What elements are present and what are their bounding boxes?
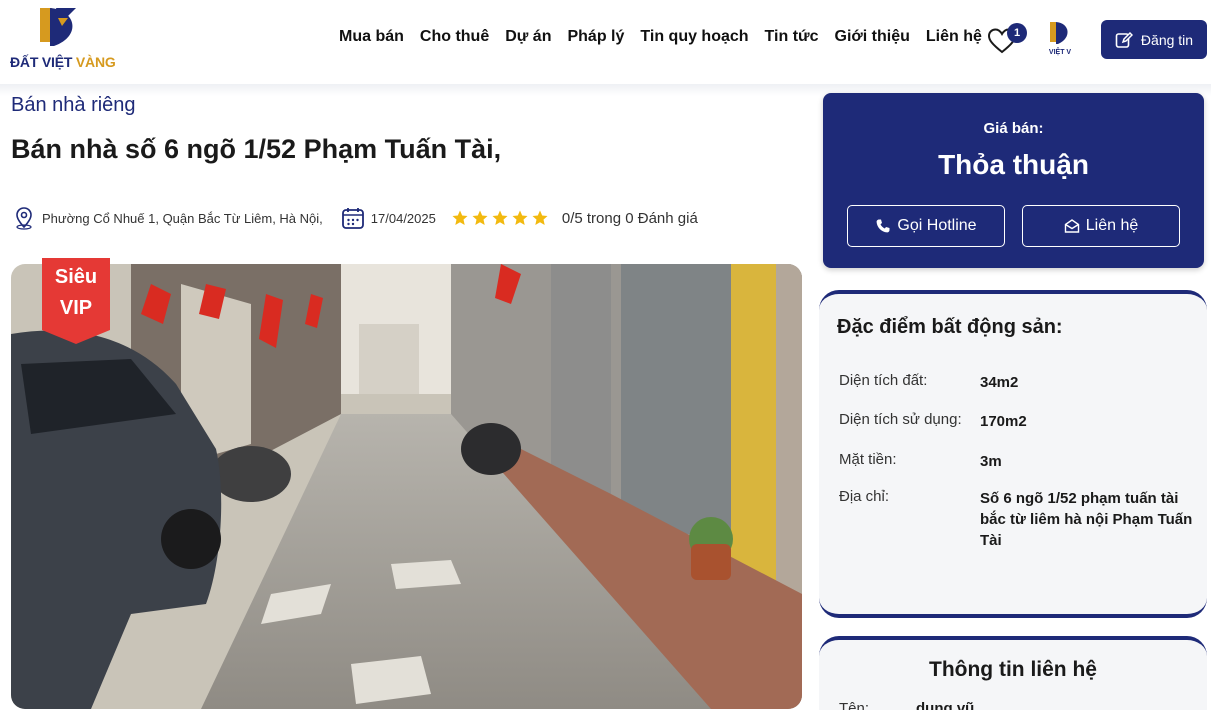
feature-value: 170m2 bbox=[980, 413, 1027, 430]
nav-item-tin-tuc[interactable]: Tin tức bbox=[765, 28, 819, 46]
listing-location: Phường Cổ Nhuế 1, Quận Bắc Từ Liêm, Hà N… bbox=[42, 210, 323, 226]
call-hotline-label: Gọi Hotline bbox=[897, 217, 977, 234]
contact-button[interactable]: Liên hệ bbox=[1022, 205, 1180, 247]
nav-item-du-an[interactable]: Dự án bbox=[505, 28, 551, 46]
star-icon[interactable] bbox=[512, 210, 528, 226]
listing-title: Bán nhà số 6 ngõ 1/52 Phạm Tuấn Tài, bbox=[11, 134, 502, 164]
nav-item-cho-thue[interactable]: Cho thuê bbox=[420, 28, 489, 46]
nav-item-lien-he[interactable]: Liên hệ bbox=[926, 28, 982, 46]
mail-open-icon bbox=[1064, 219, 1079, 233]
star-icon[interactable] bbox=[532, 210, 548, 226]
star-icon[interactable] bbox=[492, 210, 508, 226]
edit-icon bbox=[1115, 31, 1133, 48]
phone-icon bbox=[877, 219, 890, 233]
site-header: ĐẤT VIỆT VÀNG Mua bán Cho thuê Dự án Phá… bbox=[0, 0, 1211, 84]
features-title: Đặc điểm bất động sản: bbox=[837, 316, 1063, 338]
feature-key: Diện tích đất: bbox=[839, 372, 928, 389]
price-card: Giá bán: Thỏa thuận Gọi Hotline Liên hệ bbox=[823, 93, 1204, 268]
listing-main-photo[interactable] bbox=[11, 264, 802, 709]
contact-info-title: Thông tin liên hệ bbox=[929, 658, 1097, 681]
star-icon[interactable] bbox=[452, 210, 468, 226]
price-value: Thỏa thuận bbox=[938, 149, 1089, 180]
contact-name-value: dung vũ bbox=[916, 700, 975, 710]
super-vip-label: Siêu VIP bbox=[54, 266, 98, 319]
svg-text:VIỆT V: VIỆT V bbox=[1049, 47, 1072, 56]
post-listing-button[interactable]: Đăng tin bbox=[1101, 20, 1207, 59]
call-hotline-button[interactable]: Gọi Hotline bbox=[847, 205, 1005, 247]
contact-info-card: Thông tin liên hệ Tên: dung vũ bbox=[819, 636, 1207, 710]
listing-category[interactable]: Bán nhà riêng bbox=[11, 94, 136, 117]
calendar-icon bbox=[341, 208, 364, 229]
nav-item-mua-ban[interactable]: Mua bán bbox=[339, 28, 404, 46]
nav-item-gioi-thieu[interactable]: Giới thiệu bbox=[835, 28, 910, 46]
user-avatar[interactable]: VIỆT V bbox=[1044, 20, 1076, 58]
feature-value: Số 6 ngõ 1/52 phạm tuấn tài bắc từ liêm … bbox=[980, 490, 1193, 549]
feature-key: Diện tích sử dụng: bbox=[839, 411, 962, 428]
star-icon[interactable] bbox=[472, 210, 488, 226]
feature-key: Địa chỉ: bbox=[839, 488, 890, 505]
main-nav: Mua bán Cho thuê Dự án Pháp lý Tin quy h… bbox=[339, 28, 998, 46]
contact-name-row: Tên: dung vũ bbox=[839, 700, 974, 710]
nav-item-phap-ly[interactable]: Pháp lý bbox=[567, 28, 624, 46]
property-features-card: Đặc điểm bất động sản: Diện tích đất: 34… bbox=[819, 290, 1207, 618]
favorites-count-badge: 1 bbox=[1007, 23, 1027, 43]
feature-value: 3m bbox=[980, 453, 1002, 470]
feature-key: Mặt tiền: bbox=[839, 451, 897, 468]
contact-button-label: Liên hệ bbox=[1085, 217, 1139, 234]
contact-name-label: Tên: bbox=[839, 700, 870, 710]
nav-item-tin-quy-hoach[interactable]: Tin quy hoạch bbox=[640, 28, 748, 46]
price-label: Giá bán: bbox=[983, 120, 1044, 137]
location-pin-icon bbox=[16, 207, 32, 230]
alley-photo-illustration bbox=[11, 264, 802, 709]
rating-stars[interactable] bbox=[452, 210, 548, 226]
rating-summary: 0/5 trong 0 Đánh giá bbox=[561, 209, 698, 227]
listing-date: 17/04/2025 bbox=[370, 210, 436, 226]
avatar-logo-icon: VIỆT V bbox=[1049, 22, 1072, 56]
logo-mark-icon bbox=[40, 8, 76, 46]
listing-meta: Phường Cổ Nhuế 1, Quận Bắc Từ Liêm, Hà N… bbox=[12, 206, 698, 230]
logo-text: ĐẤT VIỆT VÀNG bbox=[10, 54, 116, 70]
post-listing-label: Đăng tin bbox=[1140, 31, 1194, 48]
site-logo[interactable]: ĐẤT VIỆT VÀNG bbox=[10, 6, 120, 72]
feature-value: 34m2 bbox=[980, 374, 1019, 391]
